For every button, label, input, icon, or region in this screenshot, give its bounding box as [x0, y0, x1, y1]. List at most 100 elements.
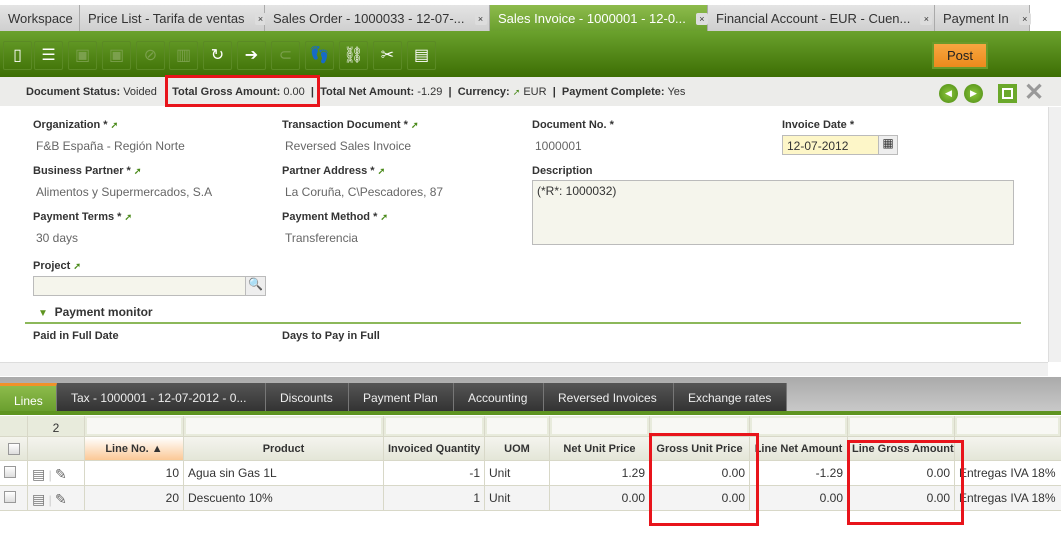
cell-product[interactable]: Agua sin Gas 1L	[184, 461, 384, 486]
link-icon[interactable]: ➚	[513, 87, 521, 97]
edit-pencil-icon[interactable]: ✎	[55, 466, 67, 482]
invoice-date-input[interactable]: 12-07-2012	[782, 135, 879, 155]
previous-record-icon[interactable]: ◀	[939, 84, 958, 103]
next-record-icon[interactable]: ▶	[964, 84, 983, 103]
tab-financial-account[interactable]: Financial Account - EUR - Cuen... ×	[708, 5, 935, 31]
row-actions: ▤ | ✎	[28, 461, 85, 486]
filter-line-no[interactable]	[85, 416, 184, 437]
vertical-scrollbar[interactable]	[1048, 107, 1061, 362]
tree-tools-icon[interactable]: ✂	[373, 41, 402, 70]
row-actions: ▤ | ✎	[28, 486, 85, 511]
transaction-doc-field[interactable]: Reversed Sales Invoice	[285, 139, 411, 153]
organization-field[interactable]: F&B España - Región Norte	[36, 139, 185, 153]
subtab-accounting[interactable]: Accounting	[454, 383, 544, 411]
subtab-underline	[0, 411, 1061, 415]
cell-uom[interactable]: Unit	[485, 486, 550, 511]
cell-tax[interactable]: Entregas IVA 18%	[955, 461, 1061, 486]
payment-method-field[interactable]: Transferencia	[285, 231, 358, 245]
delete-icon[interactable]: ▥	[169, 41, 198, 70]
subtab-lines[interactable]: Lines	[0, 383, 57, 411]
tab-workspace[interactable]: Workspace	[0, 5, 80, 31]
organization-label: Organization * ➚	[33, 119, 119, 131]
audit-trail-icon[interactable]: 👣	[305, 41, 334, 70]
sort-ascending-icon: ▲	[151, 443, 163, 455]
filter-invoiced-quantity[interactable]	[384, 416, 485, 437]
subtab-reversed-invoices[interactable]: Reversed Invoices	[544, 383, 674, 411]
post-button[interactable]: Post	[932, 42, 988, 69]
description-textarea[interactable]: (*R*: 1000032)	[532, 180, 1014, 245]
tab-label: Sales Order - 1000033 - 12-07-...	[273, 11, 465, 26]
document-no-field[interactable]: 1000001	[535, 139, 582, 153]
save-close-icon[interactable]: ▣	[102, 41, 131, 70]
attachment-icon[interactable]: ⊂	[271, 41, 300, 70]
business-partner-field[interactable]: Alimentos y Supermercados, S.A	[36, 185, 212, 199]
cell-net-unit-price[interactable]: 1.29	[550, 461, 650, 486]
row-checkbox[interactable]	[0, 461, 28, 486]
edit-pencil-icon[interactable]: ✎	[55, 491, 67, 507]
currency: EUR	[523, 86, 547, 98]
subtab-tax[interactable]: Tax - 1000001 - 12-07-2012 - 0...	[57, 383, 266, 411]
calendar-icon[interactable]: ▦	[878, 135, 898, 155]
payment-monitor-section[interactable]: ▼ Payment monitor	[38, 305, 153, 319]
save-icon[interactable]: ▣	[68, 41, 97, 70]
filter-line-net-amount[interactable]	[750, 416, 848, 437]
cell-invoiced-quantity[interactable]: 1	[384, 486, 485, 511]
close-icon[interactable]: ×	[474, 13, 487, 25]
search-icon[interactable]: 🔍	[245, 276, 266, 296]
new-document-icon[interactable]: ▯	[3, 41, 32, 70]
column-header-line-net-amount[interactable]: Line Net Amount	[750, 437, 848, 461]
new-row-icon[interactable]: ☰	[34, 41, 63, 70]
grid-view-icon[interactable]: ▤	[407, 41, 436, 70]
tab-payment-in[interactable]: Payment In ×	[935, 5, 1031, 31]
column-header-product[interactable]: Product	[184, 437, 384, 461]
window-tab-bar: Workspace Price List - Tarifa de ventas ×…	[0, 0, 1061, 31]
project-input[interactable]	[33, 276, 246, 296]
select-all-checkbox[interactable]	[0, 437, 28, 461]
cell-product[interactable]: Descuento 10%	[184, 486, 384, 511]
paid-full-date-label: Paid in Full Date	[33, 330, 119, 342]
tab-price-list[interactable]: Price List - Tarifa de ventas ×	[80, 5, 267, 31]
filter-tax[interactable]	[955, 416, 1061, 437]
cell-invoiced-quantity[interactable]: -1	[384, 461, 485, 486]
maximize-icon[interactable]	[998, 84, 1017, 103]
open-document-icon[interactable]: ▤	[32, 466, 45, 482]
column-header-invoiced-quantity[interactable]: Invoiced Quantity	[384, 437, 485, 461]
close-form-icon[interactable]: ✕	[1024, 81, 1044, 105]
payment-terms-field[interactable]: 30 days	[36, 231, 78, 245]
highlight-box	[165, 75, 320, 107]
close-icon[interactable]: ×	[695, 13, 708, 25]
subtab-payment-plan[interactable]: Payment Plan	[349, 383, 454, 411]
column-header-tax[interactable]	[955, 437, 1061, 461]
column-header-uom[interactable]: UOM	[485, 437, 550, 461]
filter-product[interactable]	[184, 416, 384, 437]
cell-uom[interactable]: Unit	[485, 461, 550, 486]
refresh-icon[interactable]: ↻	[203, 41, 232, 70]
cell-line-no[interactable]: 20	[85, 486, 184, 511]
section-divider	[25, 322, 1021, 324]
column-header-net-unit-price[interactable]: Net Unit Price	[550, 437, 650, 461]
subtab-exchange-rates[interactable]: Exchange rates	[674, 383, 787, 411]
cell-net-unit-price[interactable]: 0.00	[550, 486, 650, 511]
filter-uom[interactable]	[485, 416, 550, 437]
cell-line-net-amount[interactable]: -1.29	[750, 461, 848, 486]
filter-line-gross-amount[interactable]	[848, 416, 955, 437]
row-checkbox[interactable]	[0, 486, 28, 511]
undo-icon[interactable]: ⊘	[136, 41, 165, 70]
open-document-icon[interactable]: ▤	[32, 491, 45, 507]
close-icon[interactable]: ×	[920, 13, 933, 25]
link-icon[interactable]: ⛓	[339, 41, 368, 70]
cell-line-no[interactable]: 10	[85, 461, 184, 486]
tab-sales-invoice[interactable]: Sales Invoice - 1000001 - 12-0... ×	[490, 5, 708, 31]
separator: |	[552, 86, 556, 98]
cell-line-net-amount[interactable]: 0.00	[750, 486, 848, 511]
subtab-discounts[interactable]: Discounts	[266, 383, 349, 411]
column-header-line-no[interactable]: Line No. ▲	[85, 437, 184, 461]
tab-sales-order[interactable]: Sales Order - 1000033 - 12-07-... ×	[265, 5, 490, 31]
filter-net-unit-price[interactable]	[550, 416, 650, 437]
status-label: Currency:	[457, 86, 510, 98]
export-icon[interactable]: ➔	[237, 41, 266, 70]
close-icon[interactable]: ×	[1018, 13, 1031, 25]
partner-address-field[interactable]: La Coruña, C\Pescadores, 87	[285, 185, 443, 199]
horizontal-scrollbar[interactable]	[0, 362, 1048, 376]
cell-tax[interactable]: Entregas IVA 18%	[955, 486, 1061, 511]
